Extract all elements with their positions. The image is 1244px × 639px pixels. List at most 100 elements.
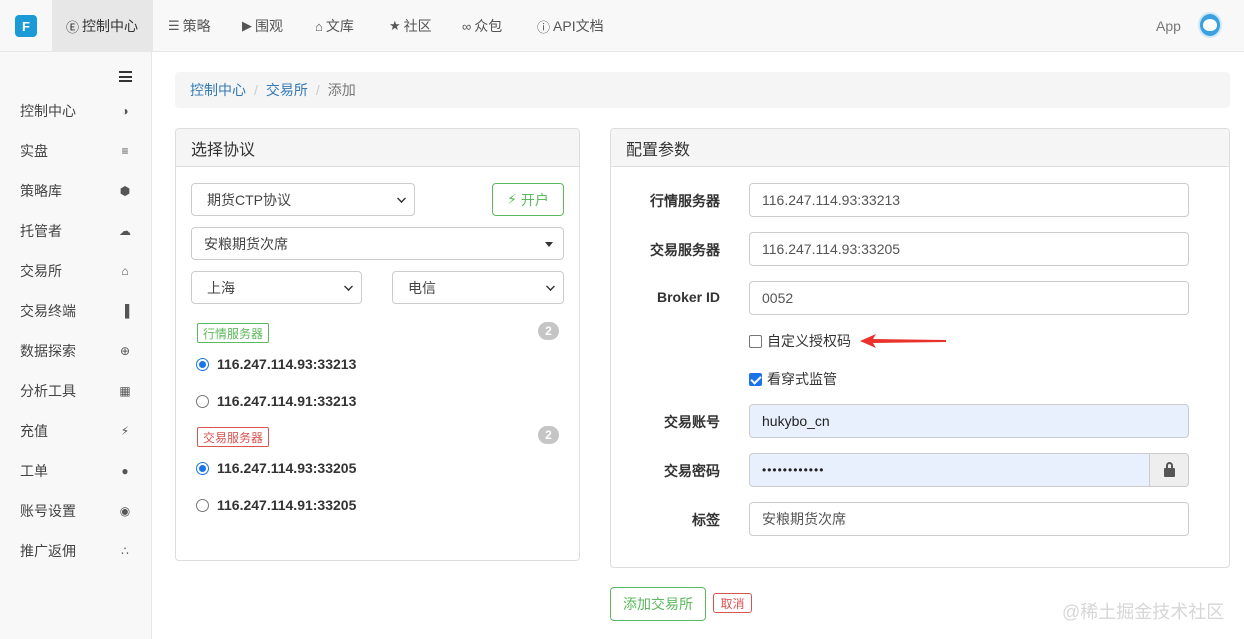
top-navbar: F Ⓔ 控制中心 ☰ 策略 ▶ 围观 ⌂ 文库 ★ 社区 ∞ 众包 ⓘ API文… — [0, 0, 1244, 52]
radio-button[interactable] — [196, 394, 209, 408]
breadcrumb-exchange[interactable]: 交易所 — [266, 80, 308, 100]
plug-icon: ⚡ — [120, 424, 130, 438]
panel-title: 选择协议 — [176, 129, 579, 167]
broker-select-value: 安粮期货次席 — [204, 235, 288, 252]
comment-icon: ● — [121, 464, 129, 478]
star-icon: ★ — [389, 18, 401, 33]
sidebar-item[interactable]: 实盘 ≡ — [0, 131, 152, 171]
protocol-select[interactable]: 期货CTP协议 — [191, 183, 415, 216]
carrier-select-value: 电信 — [408, 279, 436, 296]
trade-server-count: 2 — [538, 426, 559, 444]
market-server-count: 2 — [538, 322, 559, 340]
share-icon: ∴ — [121, 544, 129, 558]
market-server-option[interactable]: 116.247.114.91:33213 — [196, 391, 356, 411]
cart-icon: ☰ — [168, 18, 180, 33]
breadcrumb-dashboard[interactable]: 控制中心 — [190, 80, 246, 100]
sidebar-item-label: 推广返佣 — [20, 543, 76, 559]
region-select[interactable]: 上海 — [191, 271, 362, 304]
nav-api-docs[interactable]: ⓘ API文档 — [537, 0, 604, 52]
custom-auth-checkbox[interactable] — [749, 334, 762, 348]
avatar-face — [1203, 19, 1217, 31]
trade-server-input[interactable]: 116.247.114.93:33205 — [749, 232, 1189, 266]
market-server-input[interactable]: 116.247.114.93:33213 — [749, 183, 1189, 217]
sidebar-item-label: 托管者 — [20, 223, 62, 239]
trade-server-option[interactable]: 116.247.114.91:33205 — [196, 495, 356, 515]
sidebar-item-label: 充值 — [20, 423, 48, 439]
sidebar-item-label: 工单 — [20, 463, 48, 479]
user-circle-icon: ◉ — [119, 504, 131, 518]
trade-server-tag: 交易服务器 — [197, 427, 270, 447]
cube-icon: ⬢ — [119, 184, 131, 198]
sidebar-item[interactable]: 账号设置 ◉ — [0, 491, 152, 531]
avatar[interactable] — [1198, 12, 1222, 38]
custom-auth-option[interactable]: 自定义授权码 — [749, 331, 851, 351]
radio-button[interactable] — [196, 461, 209, 475]
logo-mark: F — [15, 15, 37, 37]
sidebar-item-label: 策略库 — [20, 183, 62, 199]
sidebar-item[interactable]: 托管者 ☁ — [0, 211, 152, 251]
cloud-icon: ☁ — [119, 224, 131, 238]
password-input[interactable]: •••••••••••• — [749, 453, 1150, 487]
nav-label: 控制中心 — [82, 18, 139, 34]
nav-library[interactable]: ⌂ 文库 — [315, 0, 354, 52]
sidebar-item[interactable]: 分析工具 ▦ — [0, 371, 152, 411]
penetration-checkbox[interactable] — [749, 372, 762, 386]
sidebar-item-label: 实盘 — [20, 143, 48, 159]
nav-label: 众包 — [474, 18, 503, 34]
sidebar-item[interactable]: 策略库 ⬢ — [0, 171, 152, 211]
nav-crowdsource[interactable]: ∞ 众包 — [462, 0, 502, 52]
sidebar-item-label: 数据探索 — [20, 343, 76, 359]
nav-label: 文库 — [325, 18, 354, 34]
dashboard-icon: Ⓔ — [66, 19, 80, 35]
dashboard-icon: ◑ — [121, 104, 129, 118]
caret-down-icon — [545, 242, 553, 247]
sidebar-item[interactable]: 推广返佣 ∴ — [0, 531, 152, 571]
nav-dashboard[interactable]: Ⓔ 控制中心 — [52, 0, 153, 52]
broker-id-input[interactable]: 0052 — [749, 281, 1189, 315]
nav-community[interactable]: ★ 社区 — [389, 0, 432, 52]
trade-server-option[interactable]: 116.247.114.93:33205 — [196, 458, 356, 478]
sidebar-item[interactable]: 充值 ⚡ — [0, 411, 152, 451]
market-server-label: 行情服务器 — [650, 193, 720, 209]
tag-label: 标签 — [692, 512, 720, 528]
broker-select[interactable]: 安粮期货次席 — [191, 227, 564, 260]
sidebar-item[interactable]: 工单 ● — [0, 451, 152, 491]
radio-button[interactable] — [196, 357, 209, 371]
sidebar-item-label: 控制中心 — [20, 103, 76, 119]
calculator-icon: ▦ — [119, 384, 131, 398]
account-input[interactable]: hukybo_cn — [749, 404, 1189, 438]
chevron-down-icon — [344, 282, 353, 291]
add-exchange-button[interactable]: 添加交易所 — [610, 587, 706, 621]
server-icon: ≡ — [121, 144, 129, 158]
tag-input[interactable]: 安粮期货次席 — [749, 502, 1189, 536]
nav-watch[interactable]: ▶ 围观 — [242, 0, 283, 52]
carrier-select[interactable]: 电信 — [392, 271, 564, 304]
open-account-button[interactable]: ⚡︎ 开户 — [492, 183, 564, 216]
region-select-value: 上海 — [207, 279, 235, 296]
trade-server-address: 116.247.114.91:33205 — [217, 497, 357, 513]
sidebar-item[interactable]: 交易所 ⌂ — [0, 251, 152, 291]
penetration-label: 看穿式监管 — [767, 371, 837, 387]
sidebar-item[interactable]: 交易终端 ▐ — [0, 291, 152, 331]
sidebar-item-label: 分析工具 — [20, 383, 76, 399]
sidebar-item[interactable]: 数据探索 ⊕ — [0, 331, 152, 371]
menu-toggle-icon[interactable] — [119, 71, 132, 82]
password-toggle-button[interactable] — [1149, 453, 1189, 487]
trade-server-label: 交易服务器 — [650, 242, 720, 258]
sidebar-item[interactable]: 控制中心 ◑ — [0, 91, 152, 131]
trade-server-address: 116.247.114.93:33205 — [217, 460, 357, 476]
bolt-icon: ⚡︎ — [507, 191, 517, 207]
logo[interactable]: F — [0, 0, 52, 52]
cancel-button[interactable]: 取消 — [713, 593, 752, 613]
password-label: 交易密码 — [664, 463, 720, 479]
radio-button[interactable] — [196, 498, 209, 512]
nav-strategy[interactable]: ☰ 策略 — [168, 0, 211, 52]
panel-title: 配置参数 — [611, 129, 1229, 167]
market-server-option[interactable]: 116.247.114.93:33213 — [196, 354, 356, 374]
breadcrumb-separator: / — [315, 82, 320, 98]
nav-app[interactable]: App — [1156, 0, 1181, 52]
breadcrumb: 控制中心 / 交易所 / 添加 — [175, 72, 1230, 108]
sidebar-item-label: 交易所 — [20, 263, 62, 279]
penetration-option[interactable]: 看穿式监管 — [749, 369, 837, 389]
market-server-address: 116.247.114.91:33213 — [217, 393, 357, 409]
